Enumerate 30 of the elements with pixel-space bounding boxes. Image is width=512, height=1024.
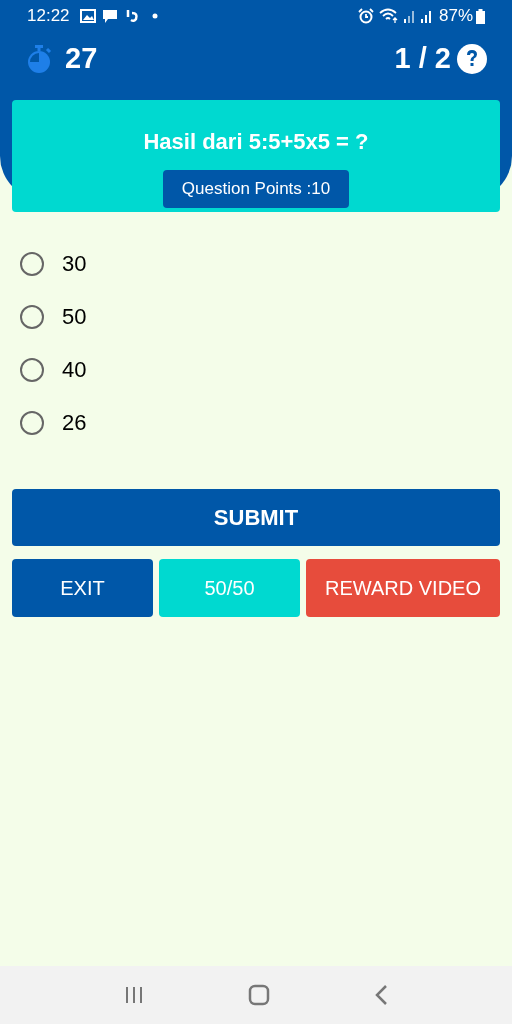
back-icon[interactable] [374, 985, 388, 1005]
question-icon [465, 49, 479, 69]
stopwatch-icon [25, 44, 53, 74]
home-icon[interactable] [248, 984, 270, 1006]
radio-button[interactable] [20, 410, 44, 435]
battery-level: 87% [438, 5, 473, 28]
status-time: 12:22 [27, 5, 70, 28]
radio-button[interactable] [20, 304, 44, 329]
dot-icon [151, 13, 158, 19]
signal-icon [401, 9, 416, 23]
submit-button[interactable]: SUBMIT [12, 489, 500, 546]
question-text: Hasil dari 5:5+5x5 = ? [143, 128, 369, 156]
option-label: 50 [62, 303, 87, 331]
option-label: 30 [62, 250, 87, 278]
radio-button[interactable] [20, 251, 44, 276]
option-label: 26 [62, 409, 87, 437]
message-icon [101, 8, 118, 24]
timer-count: 27 [65, 41, 98, 77]
reward-video-button[interactable]: REWARD VIDEO [306, 559, 500, 617]
battery-icon [476, 8, 485, 24]
help-button[interactable] [457, 44, 487, 74]
option-label: 40 [62, 356, 87, 384]
image-icon [79, 9, 96, 23]
recent-apps-icon[interactable] [124, 986, 144, 1004]
points-badge: Question Points :10 [162, 170, 350, 208]
alarm-icon [357, 8, 374, 24]
exit-button[interactable]: EXIT [12, 559, 153, 617]
signal-icon [418, 9, 433, 23]
wifi-icon [378, 8, 399, 24]
radio-button[interactable] [20, 357, 44, 382]
